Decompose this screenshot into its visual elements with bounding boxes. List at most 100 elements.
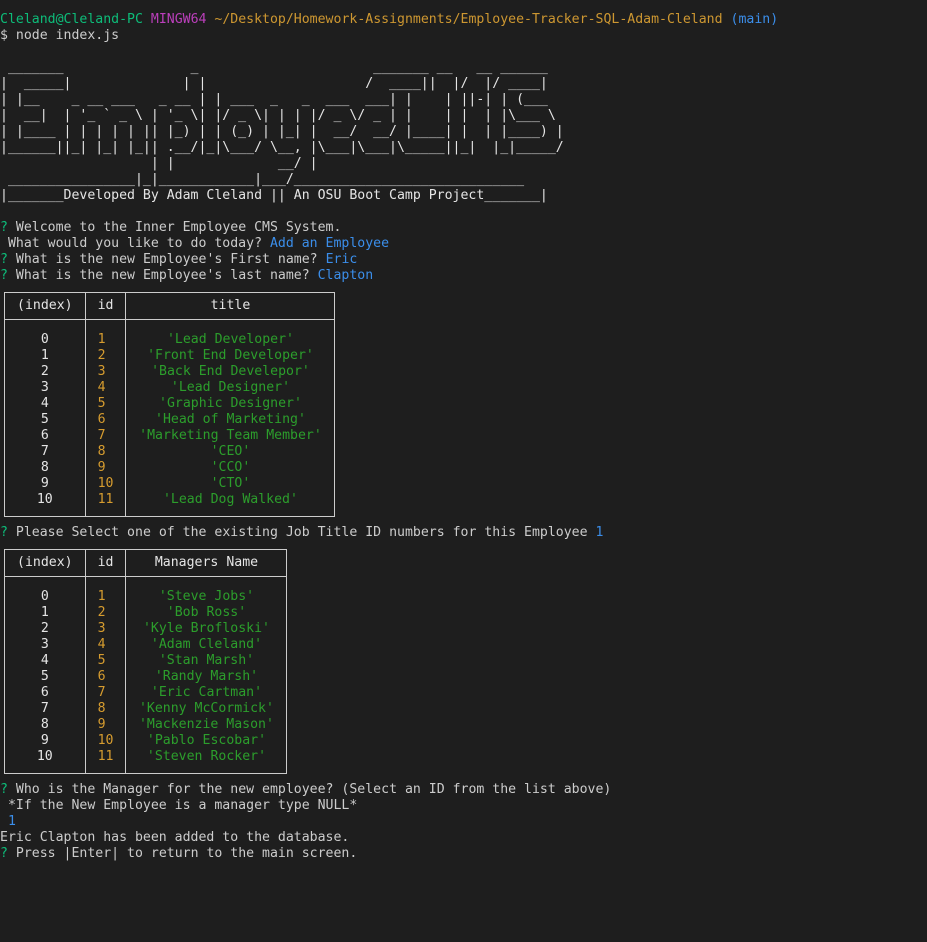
row-index: 2 [4,364,86,380]
row-value: 'Lead Dog Walked' [125,492,336,517]
table-row: 7 8 'Kenny McCormick' [4,701,288,717]
table-row: 9 10 'Pablo Escobar' [4,733,288,749]
row-id: 11 [84,749,127,774]
table-row: 5 6 'Head of Marketing' [4,412,336,428]
row-index: 6 [4,685,86,701]
row-index: 0 [4,576,86,605]
action-question-line: What would you like to do today? Add an … [0,236,927,252]
row-index: 5 [4,669,86,685]
action-answer: Add an Employee [269,236,390,251]
table-row: 4 5 'Graphic Designer' [4,396,336,412]
table-row: 8 9 'Mackenzie Mason' [4,717,288,733]
title-answer: 1 [595,525,604,540]
row-index: 8 [4,717,86,733]
row-index: 1 [4,605,86,621]
row-value: 'Pablo Escobar' [125,733,288,749]
row-value: 'Steve Jobs' [125,576,288,605]
row-value: 'Lead Designer' [125,380,336,396]
welcome-line: ? Welcome to the Inner Employee CMS Syst… [0,220,927,236]
first-name-question-line: ? What is the new Employee's First name?… [0,252,927,268]
table-header-index: (index) [4,549,86,577]
row-index: 0 [4,319,86,348]
table-row: 5 6 'Randy Marsh' [4,669,288,685]
row-value: 'Lead Developer' [125,319,336,348]
question-mark-icon: ? [0,525,8,540]
row-value: 'Randy Marsh' [125,669,288,685]
row-id: 4 [84,637,127,653]
row-id: 5 [84,653,127,669]
row-id: 1 [84,576,127,605]
table-row: 0 1 'Lead Developer' [4,319,336,348]
table-row: 3 4 'Adam Cleland' [4,637,288,653]
row-value: 'Back End Develepor' [125,364,336,380]
row-value: 'CTO' [125,476,336,492]
last-name-answer: Clapton [317,268,374,283]
manager-question-line: ? Who is the Manager for the new employe… [0,782,927,798]
prompt-path: ~/Desktop/Homework-Assignments/Employee-… [214,12,723,27]
shell-prompt-line: Cleland@Cleland-PC MINGW64 ~/Desktop/Hom… [0,12,927,28]
row-id: 8 [84,701,127,717]
row-index: 3 [4,637,86,653]
row-value: 'Adam Cleland' [125,637,288,653]
enter-prompt: Press |Enter| to return to the main scre… [15,846,358,861]
table-row: 10 11 'Lead Dog Walked' [4,492,336,517]
row-id: 3 [84,621,127,637]
question-mark-icon: ? [0,846,8,861]
row-value: 'Mackenzie Mason' [125,717,288,733]
row-id: 7 [84,428,127,444]
prompt-env: MINGW64 [150,12,207,27]
command-line: $ node index.js [0,28,120,43]
row-value: 'CCO' [125,460,336,476]
table-row: 1 2 'Bob Ross' [4,605,288,621]
row-id: 2 [84,348,127,364]
manager-answer: 1 [0,814,16,829]
row-index: 8 [4,460,86,476]
table-row: 9 10 'CTO' [4,476,336,492]
row-index: 4 [4,396,86,412]
table-row: 10 11 'Steven Rocker' [4,749,288,774]
row-id: 2 [84,605,127,621]
table-row: 6 7 'Eric Cartman' [4,685,288,701]
table-header-title: title [125,292,336,320]
question-mark-icon: ? [0,782,8,797]
row-index: 7 [4,444,86,460]
row-index: 6 [4,428,86,444]
row-index: 5 [4,412,86,428]
row-id: 8 [84,444,127,460]
question-mark-icon: ? [0,220,8,235]
row-id: 1 [84,319,127,348]
row-value: 'Graphic Designer' [125,396,336,412]
managers-table: (index) id Managers Name 0 1 'Steve Jobs' 1… [4,549,288,774]
row-value: 'Steven Rocker' [125,749,288,774]
row-index: 9 [4,733,86,749]
row-value: 'Bob Ross' [125,605,288,621]
row-id: 4 [84,380,127,396]
row-index: 10 [4,749,86,774]
prompt-user-host: Cleland@Cleland-PC [0,12,143,27]
row-value: 'Marketing Team Member' [125,428,336,444]
table-header-id: id [84,549,127,577]
row-index: 4 [4,653,86,669]
table-header-managers-name: Managers Name [125,549,288,577]
row-id: 9 [84,460,127,476]
table-row: 8 9 'CCO' [4,460,336,476]
terminal-window[interactable]: Cleland@Cleland-PC MINGW64 ~/Desktop/Hom… [0,12,927,862]
table-row: 1 2 'Front End Developer' [4,348,336,364]
table-header-index: (index) [4,292,86,320]
row-index: 9 [4,476,86,492]
table-row: 2 3 'Back End Develepor' [4,364,336,380]
enter-prompt-line[interactable]: ? Press |Enter| to return to the main sc… [0,846,927,862]
table-header-id: id [84,292,127,320]
title-question-line: ? Please Select one of the existing Job … [0,525,927,541]
row-value: 'Kyle Brofloski' [125,621,288,637]
first-name-question: What is the new Employee's First name? [15,252,326,267]
row-value: 'CEO' [125,444,336,460]
row-index: 7 [4,701,86,717]
table-row: 3 4 'Lead Designer' [4,380,336,396]
row-value: 'Kenny McCormick' [125,701,288,717]
question-mark-icon: ? [0,252,8,267]
row-index: 1 [4,348,86,364]
last-name-question-line: ? What is the new Employee's last name? … [0,268,927,284]
table-row: 6 7 'Marketing Team Member' [4,428,336,444]
row-id: 7 [84,685,127,701]
